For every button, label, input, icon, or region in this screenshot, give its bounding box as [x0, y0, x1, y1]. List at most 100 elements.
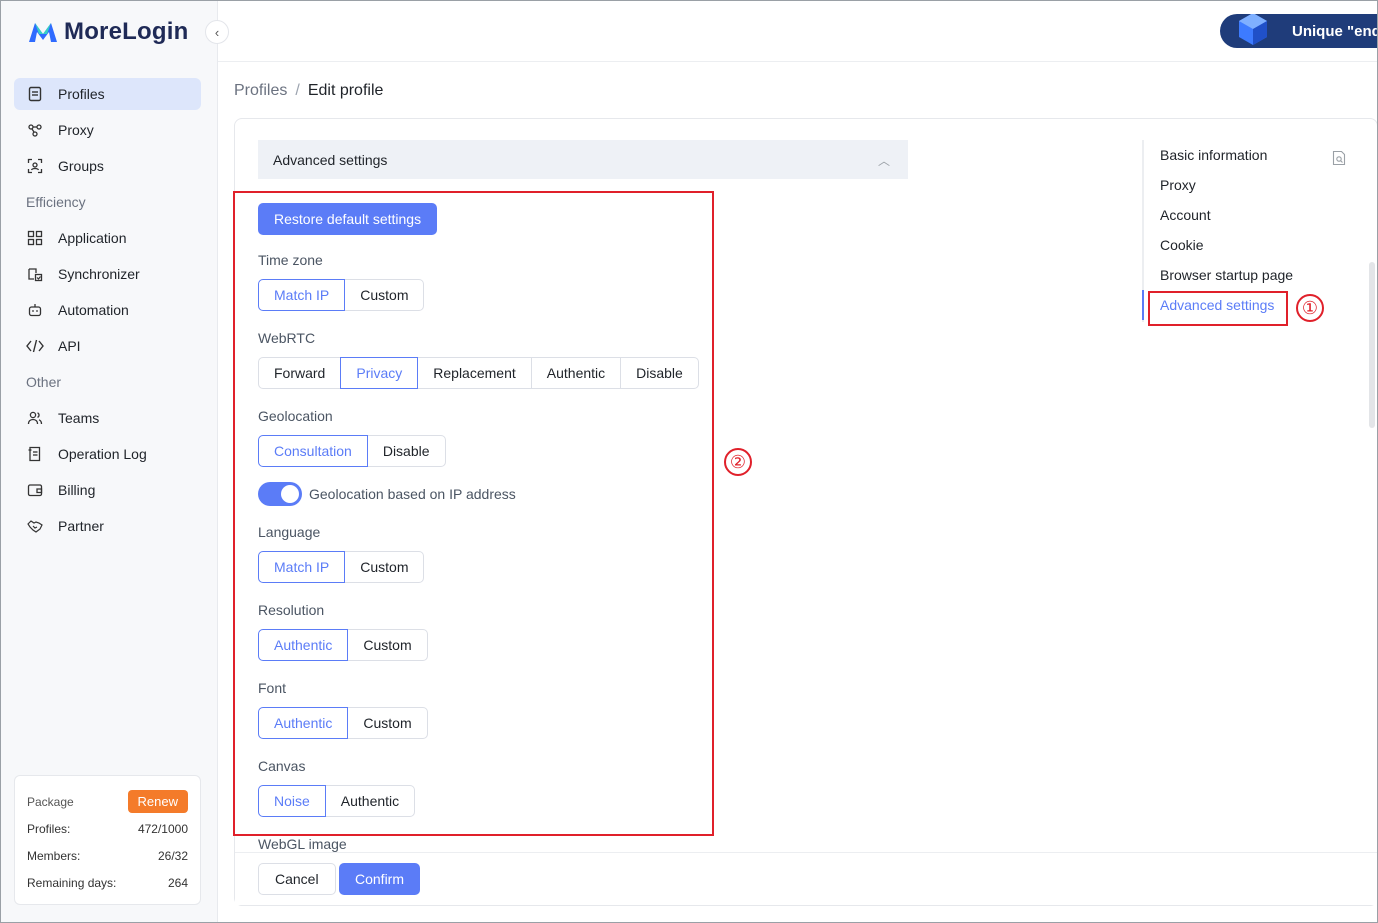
- sidebar-item-operation-log[interactable]: Operation Log: [14, 438, 201, 470]
- geolocation-ip-toggle-row: Geolocation based on IP address: [258, 482, 516, 506]
- geolocation-ip-toggle-label: Geolocation based on IP address: [309, 486, 516, 502]
- webrtc-option-disable[interactable]: Disable: [620, 357, 699, 389]
- canvas-option-authentic[interactable]: Authentic: [324, 785, 416, 817]
- webrtc-label: WebRTC: [258, 330, 316, 346]
- promo-text: Unique "end: [1292, 22, 1378, 40]
- partner-handshake-icon: [26, 517, 44, 535]
- sidebar-item-teams[interactable]: Teams: [14, 402, 201, 434]
- billing-wallet-icon: [26, 481, 44, 499]
- resolution-option-authentic[interactable]: Authentic: [258, 629, 349, 661]
- sidebar-item-application[interactable]: Application: [14, 222, 201, 254]
- webrtc-option-privacy[interactable]: Privacy: [340, 357, 419, 389]
- canvas-label: Canvas: [258, 758, 306, 774]
- timezone-option-custom[interactable]: Custom: [344, 279, 425, 311]
- sidebar-item-automation[interactable]: Automation: [14, 294, 201, 326]
- package-row-value: 472/1000: [137, 821, 188, 836]
- sidebar-item-proxy[interactable]: Proxy: [14, 114, 201, 146]
- sidebar-item-partner[interactable]: Partner: [14, 510, 201, 542]
- sidebar-section-efficiency: Efficiency: [26, 194, 86, 210]
- resolution-option-custom[interactable]: Custom: [347, 629, 428, 661]
- webrtc-option-authentic[interactable]: Authentic: [530, 357, 622, 389]
- package-row-value: 26/32: [157, 848, 188, 863]
- package-row-value: 264: [167, 875, 188, 890]
- confirm-button[interactable]: Confirm: [339, 863, 421, 895]
- annotation-number-1: ①: [1296, 294, 1324, 322]
- profiles-icon: [26, 85, 44, 103]
- timezone-option-match-ip[interactable]: Match IP: [258, 279, 346, 311]
- synchronizer-icon: [26, 265, 44, 283]
- toggle-knob: [281, 485, 299, 503]
- geolocation-option-consultation[interactable]: Consultation: [258, 435, 368, 467]
- resolution-segmented: Authentic Custom: [258, 629, 428, 661]
- promo-banner[interactable]: Unique "end: [1220, 14, 1378, 48]
- sidebar-item-label: API: [58, 338, 81, 354]
- groups-icon: [26, 157, 44, 175]
- collapse-sidebar-button[interactable]: ‹: [205, 20, 229, 44]
- breadcrumb-separator: /: [295, 82, 300, 99]
- anchor-cookie[interactable]: Cookie: [1160, 237, 1204, 253]
- timezone-segmented: Match IP Custom: [258, 279, 425, 311]
- language-option-custom[interactable]: Custom: [344, 551, 425, 583]
- package-header: Package Renew: [27, 788, 188, 815]
- advanced-settings-header[interactable]: Advanced settings ︿: [258, 140, 908, 179]
- anchor-advanced-settings[interactable]: Advanced settings: [1160, 297, 1274, 313]
- anchor-browser-startup-page[interactable]: Browser startup page: [1160, 267, 1293, 283]
- language-option-match-ip[interactable]: Match IP: [258, 551, 346, 583]
- canvas-option-noise[interactable]: Noise: [258, 785, 326, 817]
- sidebar-item-groups[interactable]: Groups: [14, 150, 201, 182]
- package-row-members: Members: 26/32: [27, 842, 188, 869]
- webrtc-segmented: Forward Privacy Replacement Authentic Di…: [258, 357, 699, 389]
- teams-icon: [26, 409, 44, 427]
- font-segmented: Authentic Custom: [258, 707, 428, 739]
- timezone-label: Time zone: [258, 252, 323, 268]
- sidebar-item-label: Profiles: [58, 86, 105, 102]
- scrollbar-thumb[interactable]: [1369, 262, 1375, 428]
- anchor-account[interactable]: Account: [1160, 207, 1211, 223]
- webrtc-option-replacement[interactable]: Replacement: [417, 357, 532, 389]
- sidebar-item-label: Synchronizer: [58, 266, 140, 282]
- restore-default-button[interactable]: Restore default settings: [258, 203, 438, 235]
- anchor-active-indicator: [1142, 290, 1144, 320]
- sidebar-item-label: Billing: [58, 482, 96, 498]
- proxy-icon: [26, 121, 44, 139]
- api-code-icon: [26, 337, 44, 355]
- document-search-icon[interactable]: [1332, 150, 1346, 166]
- package-row-remaining-days: Remaining days: 264: [27, 869, 188, 896]
- canvas-segmented: Noise Authentic: [258, 785, 416, 817]
- sidebar-item-label: Groups: [58, 158, 104, 174]
- sidebar-item-api[interactable]: API: [14, 330, 201, 362]
- operation-log-icon: [26, 445, 44, 463]
- package-row-profiles: Profiles: 472/1000: [27, 815, 188, 842]
- cancel-button[interactable]: Cancel: [258, 863, 336, 895]
- sidebar-item-billing[interactable]: Billing: [14, 474, 201, 506]
- font-label: Font: [258, 680, 287, 696]
- geolocation-segmented: Consultation Disable: [258, 435, 446, 467]
- package-row-label: Profiles:: [27, 821, 71, 836]
- sidebar-section-other: Other: [26, 374, 62, 390]
- geolocation-ip-toggle[interactable]: [258, 482, 302, 506]
- package-title: Package: [27, 794, 74, 809]
- sidebar-item-label: Automation: [58, 302, 129, 318]
- sidebar-item-synchronizer[interactable]: Synchronizer: [14, 258, 201, 290]
- geolocation-option-disable[interactable]: Disable: [366, 435, 446, 467]
- anchor-basic-information[interactable]: Basic information: [1160, 147, 1267, 163]
- font-option-custom[interactable]: Custom: [347, 707, 428, 739]
- breadcrumb-current: Edit profile: [307, 82, 384, 99]
- renew-button[interactable]: Renew: [127, 790, 188, 813]
- anchor-proxy[interactable]: Proxy: [1160, 177, 1196, 193]
- chevron-left-icon: ‹: [214, 24, 220, 40]
- language-segmented: Match IP Custom: [258, 551, 425, 583]
- webrtc-option-forward[interactable]: Forward: [258, 357, 342, 389]
- chevron-up-icon: ︿: [877, 154, 890, 168]
- geolocation-label: Geolocation: [258, 408, 333, 424]
- app-name: MoreLogin: [64, 18, 189, 45]
- automation-icon: [26, 301, 44, 319]
- breadcrumb-profiles-link[interactable]: Profiles: [234, 82, 287, 100]
- sidebar-item-label: Teams: [58, 410, 100, 426]
- top-header: Unique "end: [218, 0, 1378, 62]
- app-logo[interactable]: MoreLogin: [28, 18, 188, 46]
- promo-cube-icon: [1239, 14, 1267, 45]
- sidebar-item-profiles[interactable]: Profiles: [14, 78, 201, 110]
- font-option-authentic[interactable]: Authentic: [258, 707, 349, 739]
- sidebar-item-label: Proxy: [58, 122, 94, 138]
